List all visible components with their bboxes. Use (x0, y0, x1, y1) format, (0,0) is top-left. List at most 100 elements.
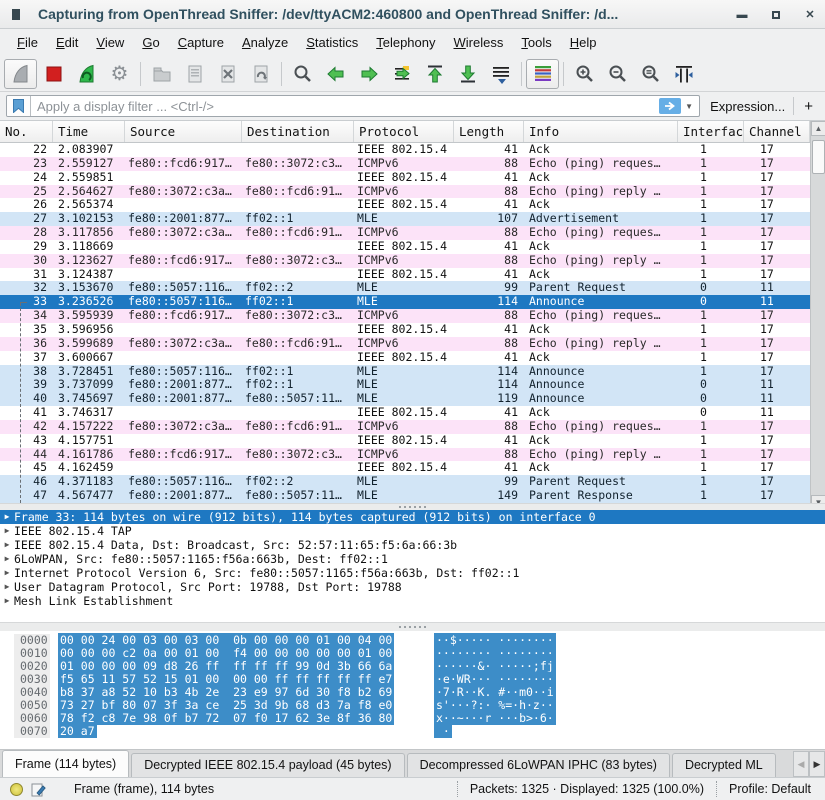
column-header-info[interactable]: Info (524, 121, 678, 142)
packet-row[interactable]: 343.595939fe80::fcd6:917…fe80::3072:c3…I… (0, 309, 810, 323)
packet-row[interactable]: 464.371183fe80::5057:116…ff02::2MLE99Par… (0, 475, 810, 489)
packet-row[interactable]: 373.600667IEEE 802.15.441Ack117 (0, 351, 810, 365)
column-header-length[interactable]: Length (454, 121, 524, 142)
packet-row[interactable]: 444.161786fe80::fcd6:917…fe80::3072:c3…I… (0, 448, 810, 462)
capture-options-icon[interactable]: ⚙ (103, 59, 136, 89)
restart-capture-icon[interactable] (70, 59, 103, 89)
list-details-splitter[interactable] (0, 503, 825, 510)
resize-columns-icon[interactable] (667, 59, 700, 89)
menu-capture[interactable]: Capture (169, 32, 233, 53)
packet-row[interactable]: 393.737099fe80::2001:877…ff02::1MLE114An… (0, 378, 810, 392)
packet-row[interactable]: 313.124387IEEE 802.15.441Ack117 (0, 268, 810, 282)
status-profile[interactable]: Profile: Default (716, 781, 825, 797)
menu-statistics[interactable]: Statistics (297, 32, 367, 53)
menu-view[interactable]: View (87, 32, 133, 53)
byte-tab[interactable]: Decrypted ML (672, 753, 776, 777)
menu-go[interactable]: Go (133, 32, 168, 53)
find-packet-icon[interactable] (286, 59, 319, 89)
packet-row[interactable]: 383.728451fe80::5057:116…ff02::1MLE114An… (0, 365, 810, 379)
column-header-interface-id[interactable]: Interface ID (678, 121, 744, 142)
menu-tools[interactable]: Tools (512, 32, 560, 53)
packet-list-scrollbar[interactable]: ▲ ▼ (810, 121, 825, 510)
filter-bookmark-icon[interactable] (7, 95, 31, 117)
packet-row[interactable]: 403.745697fe80::2001:877…fe80::5057:11…M… (0, 392, 810, 406)
expand-arrow-icon[interactable]: ▶ (0, 580, 14, 594)
tabs-scroll-right-icon[interactable]: ▶ (809, 751, 825, 777)
column-header-destination[interactable]: Destination (242, 121, 354, 142)
packet-row[interactable]: 222.083907IEEE 802.15.441Ack117 (0, 143, 810, 157)
expand-arrow-icon[interactable]: ▶ (0, 594, 14, 608)
packet-row[interactable]: 454.162459IEEE 802.15.441Ack117 (0, 461, 810, 475)
minimize-icon[interactable]: ▬ (735, 8, 749, 22)
packet-row[interactable]: 353.596956IEEE 802.15.441Ack117 (0, 323, 810, 337)
scrollbar-thumb[interactable] (812, 140, 825, 174)
menu-analyze[interactable]: Analyze (233, 32, 297, 53)
packet-row[interactable]: 434.157751IEEE 802.15.441Ack117 (0, 434, 810, 448)
packet-row[interactable]: 303.123627fe80::fcd6:917…fe80::3072:c3…I… (0, 254, 810, 268)
packet-row[interactable]: 252.564627fe80::3072:c3a…fe80::fcd6:91…I… (0, 185, 810, 199)
packet-row[interactable]: 283.117856fe80::3072:c3a…fe80::fcd6:91…I… (0, 226, 810, 240)
packet-row[interactable]: 323.153670fe80::5057:116…ff02::2MLE99Par… (0, 281, 810, 295)
packet-row[interactable]: 474.567477fe80::2001:877…fe80::5057:11…M… (0, 489, 810, 503)
detail-line[interactable]: ▶IEEE 802.15.4 TAP (0, 524, 825, 538)
scroll-up-icon[interactable]: ▲ (811, 121, 825, 136)
column-header-protocol[interactable]: Protocol (354, 121, 454, 142)
expand-arrow-icon[interactable]: ▶ (0, 566, 14, 580)
packet-row[interactable]: 232.559127fe80::fcd6:917…fe80::3072:c3…I… (0, 157, 810, 171)
add-filter-button[interactable]: + (804, 98, 813, 115)
packet-row[interactable]: 413.746317IEEE 802.15.441Ack011 (0, 406, 810, 420)
packet-row[interactable]: 333.236526fe80::5057:116…ff02::1MLE114An… (0, 295, 810, 309)
packet-row[interactable]: 293.118669IEEE 802.15.441Ack117 (0, 240, 810, 254)
go-first-icon[interactable] (418, 59, 451, 89)
capture-comment-icon[interactable] (31, 782, 46, 797)
column-header-no-[interactable]: No. (0, 121, 53, 142)
reload-file-icon[interactable] (244, 59, 277, 89)
menu-edit[interactable]: Edit (47, 32, 87, 53)
byte-tab[interactable]: Frame (114 bytes) (2, 750, 129, 777)
apply-filter-icon[interactable] (659, 98, 681, 114)
open-file-icon[interactable] (145, 59, 178, 89)
tabs-scroll-left-icon[interactable]: ◀ (793, 751, 809, 777)
menu-wireless[interactable]: Wireless (445, 32, 513, 53)
stop-capture-icon[interactable] (37, 59, 70, 89)
display-filter-input[interactable] (31, 99, 659, 114)
column-header-source[interactable]: Source (125, 121, 242, 142)
packet-row[interactable]: 424.157222fe80::3072:c3a…fe80::fcd6:91…I… (0, 420, 810, 434)
detail-line[interactable]: ▶Internet Protocol Version 6, Src: fe80:… (0, 566, 825, 580)
zoom-in-icon[interactable] (568, 59, 601, 89)
save-file-icon[interactable] (178, 59, 211, 89)
filter-dropdown-icon[interactable]: ▼ (683, 102, 699, 111)
details-bytes-splitter[interactable] (0, 622, 825, 631)
go-last-icon[interactable] (451, 59, 484, 89)
packet-row[interactable]: 262.565374IEEE 802.15.441Ack117 (0, 198, 810, 212)
maximize-icon[interactable] (772, 11, 780, 19)
hex-row[interactable]: 007020 a7 · (0, 725, 825, 738)
byte-tab[interactable]: Decrypted IEEE 802.15.4 payload (45 byte… (131, 753, 404, 777)
expert-info-icon[interactable] (10, 783, 23, 796)
expand-arrow-icon[interactable]: ▶ (0, 538, 14, 552)
detail-line[interactable]: ▶6LoWPAN, Src: fe80::5057:1165:f56a:663b… (0, 552, 825, 566)
detail-line[interactable]: ▶Frame 33: 114 bytes on wire (912 bits),… (0, 510, 825, 524)
colorize-packets-icon[interactable] (526, 59, 559, 89)
detail-line[interactable]: ▶User Datagram Protocol, Src Port: 19788… (0, 580, 825, 594)
packet-row[interactable]: 242.559851IEEE 802.15.441Ack117 (0, 171, 810, 185)
expand-arrow-icon[interactable]: ▶ (0, 524, 14, 538)
expand-arrow-icon[interactable]: ▶ (0, 510, 14, 524)
menu-file[interactable]: File (8, 32, 47, 53)
menu-telephony[interactable]: Telephony (367, 32, 444, 53)
close-icon[interactable]: ✕ (803, 8, 817, 22)
menu-help[interactable]: Help (561, 32, 606, 53)
close-file-icon[interactable] (211, 59, 244, 89)
column-header-channel[interactable]: Channel (744, 121, 810, 142)
zoom-original-icon[interactable] (634, 59, 667, 89)
detail-line[interactable]: ▶Mesh Link Establishment (0, 594, 825, 608)
byte-tab[interactable]: Decompressed 6LoWPAN IPHC (83 bytes) (407, 753, 670, 777)
zoom-out-icon[interactable] (601, 59, 634, 89)
auto-scroll-icon[interactable] (484, 59, 517, 89)
start-capture-icon[interactable] (4, 59, 37, 89)
go-to-packet-icon[interactable] (385, 59, 418, 89)
detail-line[interactable]: ▶IEEE 802.15.4 Data, Dst: Broadcast, Src… (0, 538, 825, 552)
go-forward-icon[interactable] (352, 59, 385, 89)
go-back-icon[interactable] (319, 59, 352, 89)
hex-row[interactable]: 006078 f2 c8 7e 98 0f b7 72 07 f0 17 62 … (0, 712, 825, 725)
